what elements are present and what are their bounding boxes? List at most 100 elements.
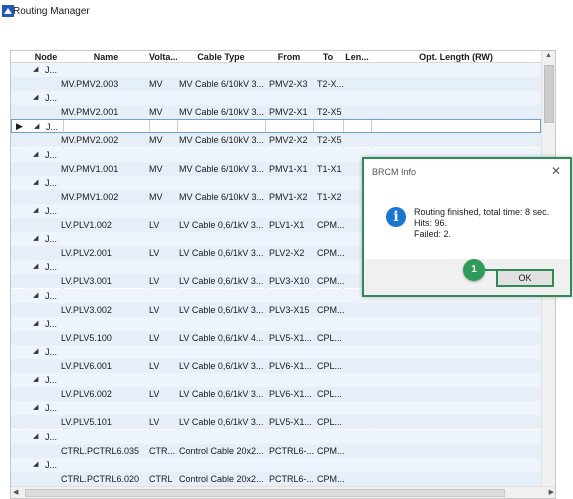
cable-type-cell: Control Cable 20x2...: [179, 445, 264, 456]
from-cell: PMV2-X1: [269, 107, 308, 118]
table-row[interactable]: MV.PMV2.002 MV MV Cable 6/10kV 3... PMV2-X2…: [11, 133, 541, 148]
scroll-up-arrow-icon[interactable]: ▲: [545, 52, 552, 59]
node-row[interactable]: ◢ J...: [11, 373, 541, 388]
table-row[interactable]: LV.PLV6.001 LV LV Cable 0,6/1kV 3... PLV6-X…: [11, 359, 541, 373]
voltage-cell: LV: [149, 220, 160, 230]
scroll-left-arrow-icon[interactable]: ◀: [13, 488, 18, 496]
node-row[interactable]: ◢ J...: [11, 316, 541, 331]
expand-arrow-icon[interactable]: ◢: [33, 150, 38, 158]
selected-cell[interactable]: [64, 120, 150, 133]
node-label: J...: [45, 93, 58, 104]
vertical-scroll-thumb[interactable]: [544, 65, 554, 123]
horizontal-scrollbar[interactable]: ◀ ▶: [11, 486, 555, 498]
table-row[interactable]: LV.PLV6.002 LV LV Cable 0,6/1kV 3... PLV6-X…: [11, 387, 541, 402]
cable-type-cell: LV Cable 0,6/1kV 3...: [179, 276, 264, 287]
node-row[interactable]: ◢ J...: [11, 91, 541, 106]
column-header-length[interactable]: Len...: [343, 51, 371, 63]
column-header-voltage[interactable]: Volta...: [149, 51, 177, 63]
selected-cell[interactable]: [314, 120, 344, 133]
to-cell: CPL...: [317, 389, 343, 400]
row-pointer-icon: ▶: [16, 121, 23, 132]
cable-type-cell: LV Cable 0,6/1kV 3...: [179, 389, 264, 400]
voltage-cell: LV: [149, 361, 160, 371]
table-row[interactable]: CTRL.PCTRL6.020 CTRL Control Cable 20x2...…: [11, 471, 541, 486]
voltage-cell: CTR...: [149, 445, 175, 456]
voltage-cell: LV: [149, 389, 160, 400]
voltage-cell: LV: [149, 276, 160, 287]
selected-cell[interactable]: [150, 120, 178, 133]
selected-cell[interactable]: [266, 120, 314, 133]
to-cell: CPM...: [317, 445, 345, 456]
dialog-title: BRCM Info: [372, 167, 417, 177]
expand-arrow-icon[interactable]: ◢: [33, 460, 38, 468]
expand-arrow-icon[interactable]: ◢: [33, 403, 38, 411]
column-header-to[interactable]: To: [313, 51, 343, 63]
node-label: J...: [45, 177, 58, 188]
cable-name-cell: LV.PLV6.002: [61, 389, 112, 400]
from-cell: PLV6-X1...: [269, 389, 312, 400]
expand-arrow-icon[interactable]: ◢: [33, 262, 38, 270]
expand-arrow-icon[interactable]: ◢: [33, 206, 38, 214]
cable-name-cell: LV.PLV5.100: [61, 332, 112, 343]
voltage-cell: MV: [149, 135, 163, 146]
node-row[interactable]: ◢ J...: [11, 429, 541, 444]
voltage-cell: CTRL: [149, 473, 173, 484]
node-row[interactable]: ▶ ◢ J...: [11, 119, 541, 134]
cable-name-cell: LV.PLV3.002: [61, 304, 112, 315]
voltage-cell: MV: [149, 163, 163, 174]
ok-button[interactable]: OK: [496, 269, 554, 287]
node-row[interactable]: ◢ J...: [11, 457, 541, 472]
node-row[interactable]: ◢ J...: [11, 401, 541, 416]
column-header-name[interactable]: Name: [63, 51, 149, 63]
cable-name-cell: LV.PLV5.101: [61, 417, 112, 428]
node-label: J...: [45, 459, 58, 470]
to-cell: T2-X5: [317, 107, 342, 118]
expand-arrow-icon[interactable]: ◢: [33, 319, 38, 327]
from-cell: PCTRL6-...: [269, 473, 315, 484]
scroll-right-arrow-icon[interactable]: ▶: [549, 488, 554, 496]
table-row[interactable]: LV.PLV5.101 LV LV Cable 0,6/1kV 3... PLV5-X…: [11, 415, 541, 430]
to-cell: CPM...: [317, 276, 345, 287]
table-row[interactable]: MV.PMV2.001 MV MV Cable 6/10kV 3... PMV2-X1…: [11, 105, 541, 120]
cable-type-cell: LV Cable 0,6/1kV 3...: [179, 417, 264, 428]
column-header-opt-length[interactable]: Opt. Length (RW): [371, 51, 541, 63]
horizontal-scroll-thumb[interactable]: [25, 489, 505, 497]
expand-arrow-icon[interactable]: ◢: [33, 93, 38, 101]
window-title: Routing Manager: [13, 6, 90, 17]
cable-name-cell: LV.PLV2.001: [61, 248, 112, 259]
node-row[interactable]: ◢ J...: [11, 345, 541, 359]
expand-arrow-icon[interactable]: ◢: [33, 234, 38, 242]
cable-type-cell: LV Cable 0,6/1kV 3...: [179, 304, 264, 315]
table-row[interactable]: MV.PMV2.003 MV MV Cable 6/10kV 3... PMV2-X3…: [11, 77, 541, 91]
expand-arrow-icon[interactable]: ◢: [34, 122, 39, 130]
expand-arrow-icon[interactable]: ◢: [33, 65, 38, 73]
selected-cell[interactable]: [344, 120, 372, 133]
expand-arrow-icon[interactable]: ◢: [33, 291, 38, 299]
to-cell: T1-X1: [317, 163, 342, 174]
cable-type-cell: LV Cable 0,6/1kV 3...: [179, 248, 264, 259]
node-label: J...: [45, 65, 58, 75]
table-row[interactable]: CTRL.PCTRL6.035 CTR... Control Cable 20x2.…: [11, 443, 541, 458]
voltage-cell: MV: [149, 107, 163, 118]
to-cell: CPL...: [317, 361, 343, 371]
column-header-cable-type[interactable]: Cable Type: [177, 51, 265, 63]
from-cell: PLV3-X15: [269, 304, 310, 315]
dialog-message-line: Hits: 96.: [414, 218, 448, 228]
expand-arrow-icon[interactable]: ◢: [33, 347, 38, 355]
selected-cell[interactable]: [178, 120, 266, 133]
expand-arrow-icon[interactable]: ◢: [33, 375, 38, 383]
table-row[interactable]: LV.PLV5.100 LV LV Cable 0,6/1kV 4... PLV5-X…: [11, 330, 541, 345]
expand-arrow-icon[interactable]: ◢: [33, 178, 38, 186]
cable-name-cell: MV.PMV2.003: [61, 79, 119, 89]
node-row[interactable]: ◢ J...: [11, 63, 541, 77]
from-cell: PMV1-X2: [269, 191, 308, 202]
expand-arrow-icon[interactable]: ◢: [33, 432, 38, 440]
column-header-node[interactable]: Node: [29, 51, 63, 63]
table-row[interactable]: LV.PLV3.002 LV LV Cable 0,6/1kV 3... PLV3-X…: [11, 302, 541, 317]
column-header-from[interactable]: From: [265, 51, 313, 63]
from-cell: PLV3-X10: [269, 276, 310, 287]
cable-name-cell: MV.PMV1.002: [61, 191, 119, 202]
close-icon[interactable]: ✕: [551, 164, 561, 178]
node-label: J...: [45, 290, 58, 301]
cable-type-cell: MV Cable 6/10kV 3...: [179, 79, 265, 89]
